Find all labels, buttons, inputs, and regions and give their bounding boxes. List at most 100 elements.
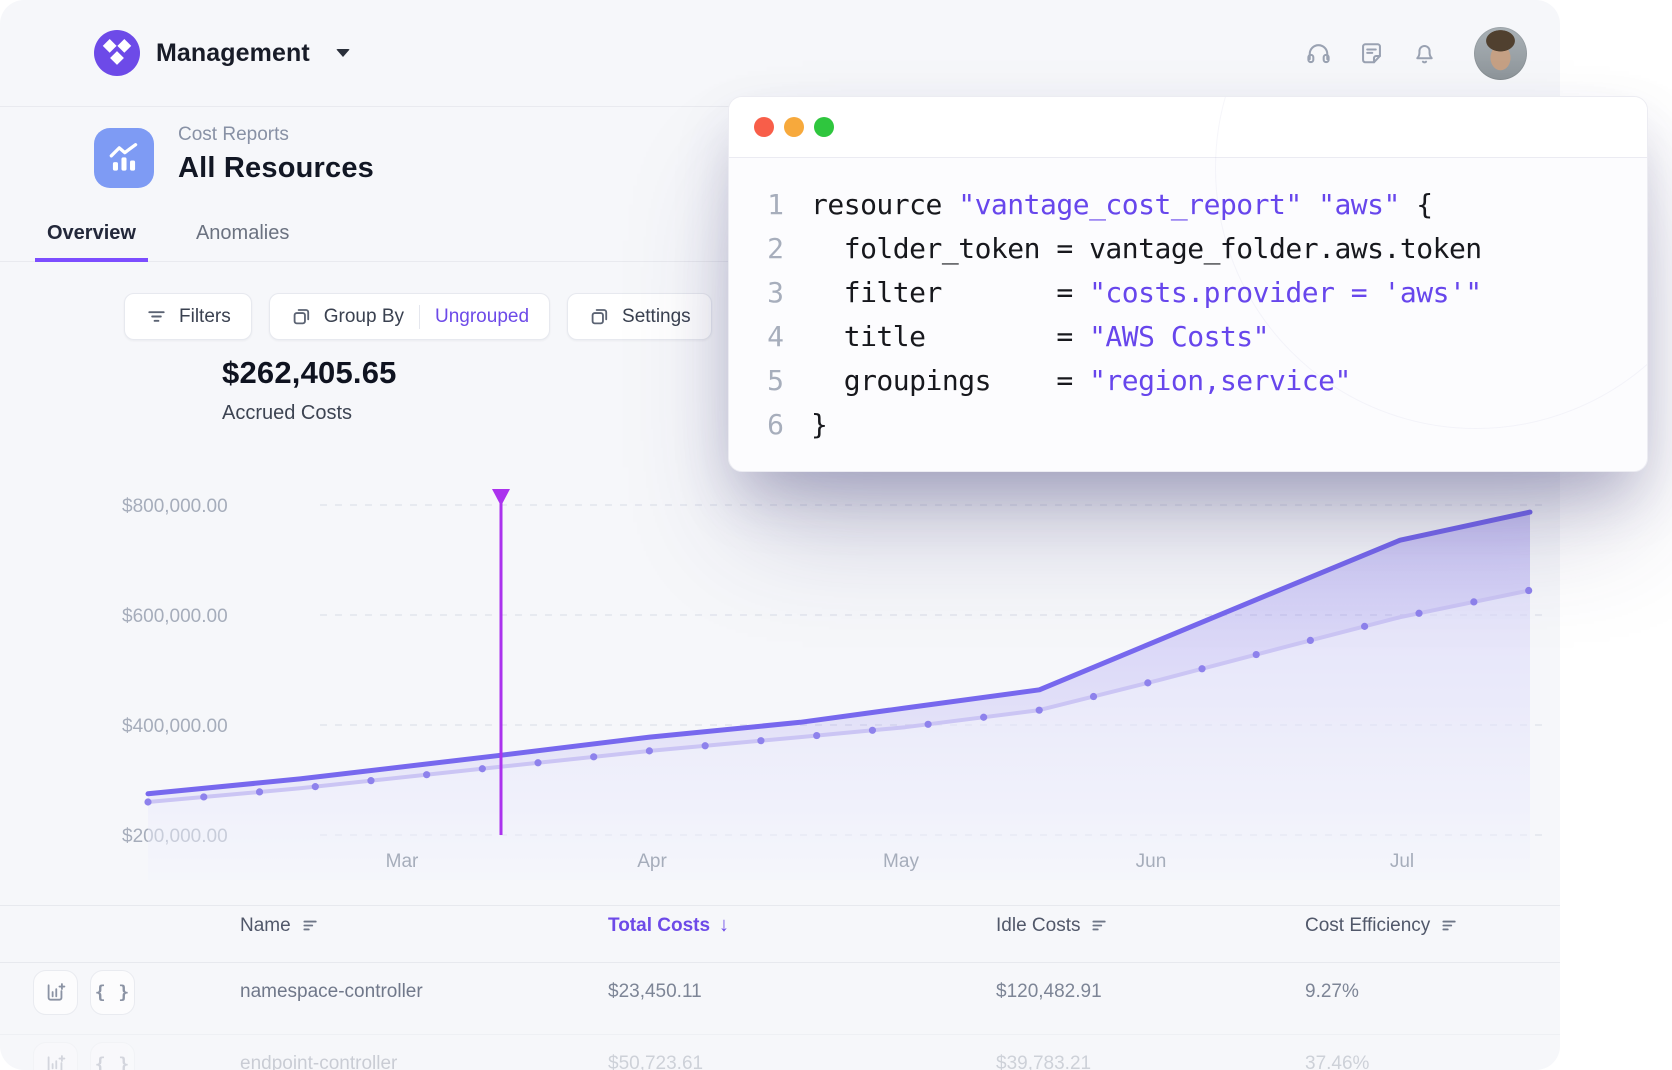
table-header-row: Name Total Costs ↓ Idle Costs Cost E (0, 905, 1560, 963)
row-actions: { } (0, 1042, 240, 1070)
view-code-button[interactable]: { } (90, 970, 135, 1015)
code-line: 1 resource "vantage_cost_report" "aws" { (729, 182, 1647, 226)
column-header-cost-efficiency[interactable]: Cost Efficiency (1305, 915, 1560, 937)
code-line: 5 groupings = "region,service" (729, 358, 1647, 402)
filters-button[interactable]: Filters (124, 293, 252, 340)
column-header-idle-costs[interactable]: Idle Costs (996, 915, 1305, 937)
data-point-dot (1253, 651, 1260, 658)
code-text: folder_token = vantage_folder.aws.token (811, 232, 1482, 265)
zoom-window-icon[interactable] (814, 117, 834, 137)
row-actions: { } (0, 970, 240, 1015)
chevron-down-icon (336, 49, 350, 57)
curly-braces-icon: { } (95, 982, 131, 1003)
chart-report-icon (105, 139, 143, 177)
data-point-dot (534, 759, 541, 766)
line-number: 4 (758, 320, 784, 353)
group-by-label: Group By (324, 306, 404, 328)
resource-name: endpoint-controller (240, 1053, 608, 1070)
group-by-button[interactable]: Group By Ungrouped (269, 293, 550, 340)
data-point-dot (479, 765, 486, 772)
breadcrumb[interactable]: Cost Reports (178, 124, 374, 146)
data-point-dot (1361, 623, 1368, 630)
chart-marker-handle[interactable] (492, 489, 510, 506)
code-line: 3 filter = "costs.provider = 'aws'" (729, 270, 1647, 314)
data-point-dot (1198, 665, 1205, 672)
data-point-dot (925, 721, 932, 728)
line-number: 6 (758, 408, 784, 441)
settings-button[interactable]: Settings (567, 293, 712, 340)
settings-stack-icon (588, 305, 611, 328)
bar-chart-plus-icon (44, 981, 67, 1004)
top-header: Management (0, 0, 1560, 107)
vantage-logo-icon (94, 30, 140, 76)
bell-icon[interactable] (1411, 40, 1438, 67)
total-costs-value: $50,723.61 (608, 1053, 996, 1070)
x-axis-label: May (883, 851, 919, 872)
code-text: filter = "costs.provider = 'aws'" (811, 276, 1482, 309)
y-axis-label: $600,000.00 (122, 606, 228, 627)
code-text: groupings = "region,service" (811, 364, 1351, 397)
user-avatar[interactable] (1474, 27, 1527, 80)
table-row[interactable]: { } endpoint-controller $50,723.61 $39,7… (0, 1035, 1560, 1070)
data-point-dot (869, 727, 876, 734)
x-axis-label: Apr (637, 851, 667, 872)
code-line: 4 title = "AWS Costs" (729, 314, 1647, 358)
data-point-dot (1036, 707, 1043, 714)
data-point-dot (1307, 637, 1314, 644)
data-point-dot (757, 737, 764, 744)
copy-stack-icon (290, 305, 313, 328)
data-point-dot (256, 788, 263, 795)
add-to-report-button[interactable] (33, 970, 78, 1015)
minimize-window-icon[interactable] (784, 117, 804, 137)
sort-lines-icon (1089, 915, 1110, 936)
column-header-total-costs[interactable]: Total Costs ↓ (608, 914, 996, 937)
accrued-costs-label: Accrued Costs (222, 402, 397, 425)
workspace-name: Management (156, 39, 310, 68)
column-label: Total Costs (608, 915, 710, 937)
idle-costs-value: $39,783.21 (996, 1053, 1305, 1070)
add-to-report-button[interactable] (33, 1042, 78, 1070)
header-actions (1305, 0, 1527, 107)
resource-name: namespace-controller (240, 981, 608, 1003)
code-line: 6} (729, 402, 1647, 446)
x-axis-label: Jun (1136, 851, 1167, 872)
data-point-dot (702, 742, 709, 749)
tab-anomalies[interactable]: Anomalies (184, 210, 301, 262)
accrued-costs-amount: $262,405.65 (222, 355, 397, 391)
code-window-titlebar[interactable] (729, 97, 1647, 158)
accrued-costs-summary: $262,405.65 Accrued Costs (222, 355, 397, 425)
logo-diamonds-icon (94, 30, 140, 76)
data-point-dot (813, 732, 820, 739)
filters-label: Filters (179, 306, 231, 328)
code-text: resource "vantage_cost_report" "aws" { (811, 188, 1433, 221)
total-costs-value: $23,450.11 (608, 981, 996, 1003)
data-point-dot (590, 753, 597, 760)
column-label: Idle Costs (996, 915, 1080, 937)
y-axis-label: $400,000.00 (122, 716, 228, 737)
y-axis-label: $800,000.00 (122, 496, 228, 517)
release-notes-icon[interactable] (1358, 40, 1385, 67)
line-number: 1 (758, 188, 784, 221)
data-point-dot (1470, 598, 1477, 605)
workspace-switcher[interactable]: Management (94, 30, 350, 76)
idle-costs-value: $120,482.91 (996, 981, 1305, 1003)
cost-efficiency-value: 37.46% (1305, 1053, 1560, 1070)
close-window-icon[interactable] (754, 117, 774, 137)
terraform-code-window: 1resource "vantage_cost_report" "aws" {2… (728, 96, 1648, 472)
sort-descending-icon: ↓ (719, 914, 729, 937)
view-code-button[interactable]: { } (90, 1042, 135, 1070)
cost-chart[interactable]: $800,000.00$600,000.00$400,000.00$200,00… (0, 450, 1560, 880)
tab-overview[interactable]: Overview (35, 210, 148, 262)
screenshot-canvas: Management (0, 0, 1672, 1070)
table-row[interactable]: { } namespace-controller $23,450.11 $120… (0, 963, 1560, 1035)
data-point-dot (980, 714, 987, 721)
headphones-icon[interactable] (1305, 40, 1332, 67)
column-label: Name (240, 915, 291, 937)
tab-bar: Overview Anomalies (35, 210, 301, 262)
bar-chart-plus-icon (44, 1053, 67, 1070)
settings-label: Settings (622, 306, 691, 328)
filter-icon (145, 305, 168, 328)
group-by-value: Ungrouped (435, 306, 529, 328)
curly-braces-icon: { } (95, 1054, 131, 1070)
column-header-name[interactable]: Name (240, 915, 608, 937)
